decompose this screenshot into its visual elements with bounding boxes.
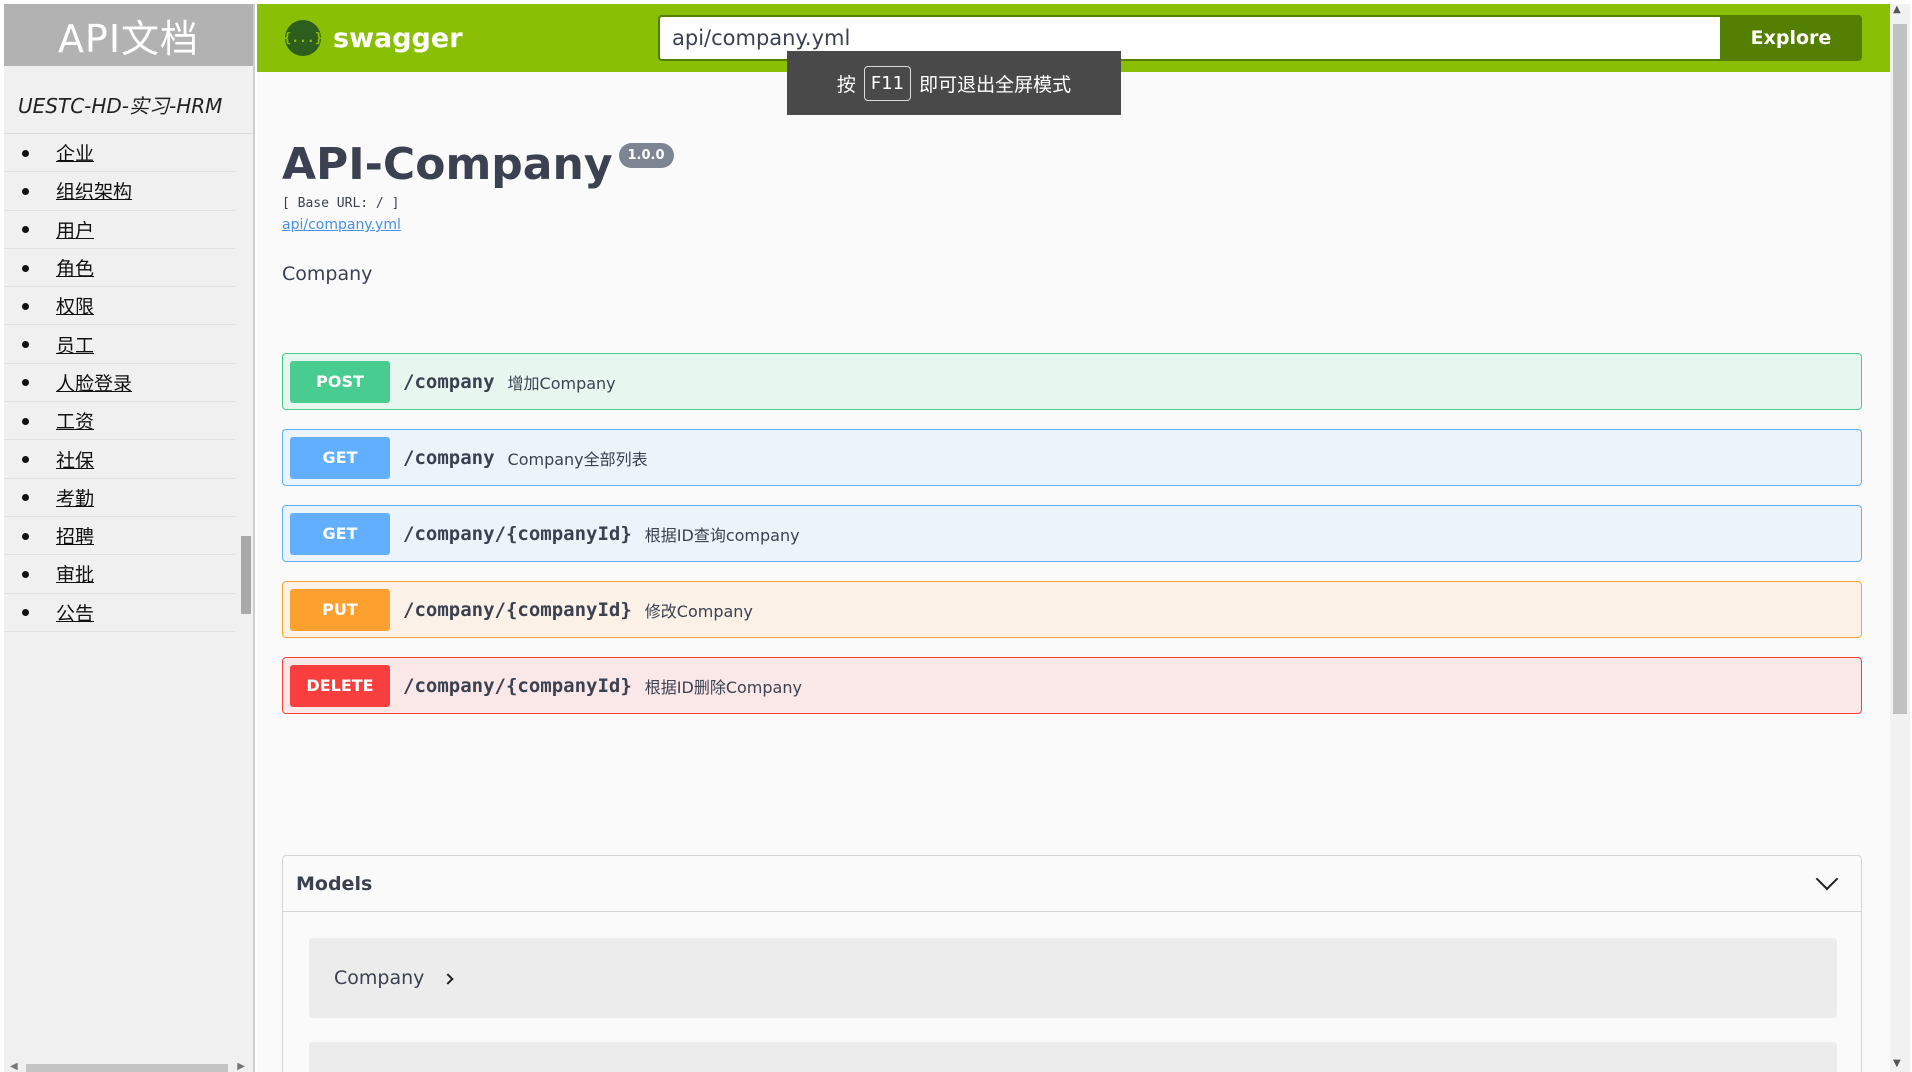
sidebar-item-approval: 审批 [4, 555, 235, 594]
operation-path: /company [403, 370, 495, 393]
operation-post-company[interactable]: POST /company 增加Company [282, 353, 1862, 410]
operation-get-company-by-id[interactable]: GET /company/{companyId} 根据ID查询company [282, 505, 1862, 562]
bullet-icon [22, 494, 29, 502]
bullet-icon [22, 532, 29, 540]
spec-link[interactable]: api/company.yml [282, 217, 674, 233]
bullet-icon [22, 226, 29, 234]
operation-summary: 根据ID删除Company [644, 677, 802, 697]
page-scrollbar-thumb[interactable] [1893, 24, 1907, 714]
bullet-icon [22, 379, 29, 387]
toast-prefix: 按 [836, 73, 856, 96]
sidebar-title: API文档 [4, 4, 253, 66]
sidebar-link[interactable]: 审批 [56, 560, 94, 587]
method-badge: GET [290, 512, 390, 555]
sidebar-link[interactable]: 员工 [56, 331, 94, 358]
bullet-icon [22, 187, 29, 195]
chevron-right-icon[interactable] [442, 973, 455, 985]
operation-summary: Company全部列表 [507, 449, 648, 469]
sidebar-item-social-security: 社保 [4, 440, 235, 479]
sidebar-link[interactable]: 权限 [56, 292, 94, 319]
swagger-logo-icon: {...} [283, 20, 323, 56]
operation-path: /company [403, 446, 495, 469]
model-name: Company [334, 967, 425, 989]
project-name: UESTC-HD-实习-HRM [4, 66, 253, 134]
bullet-icon [22, 341, 29, 349]
scroll-down-arrow-icon[interactable]: ▼ [1893, 1058, 1901, 1069]
api-description: Company [282, 263, 373, 285]
models-section: Models Company [282, 855, 1862, 1072]
fullscreen-exit-toast: 按 F11 即可退出全屏模式 [787, 51, 1121, 115]
sidebar-link[interactable]: 工资 [56, 407, 94, 434]
version-badge: 1.0.0 [618, 143, 674, 168]
sidebar-item-recruitment: 招聘 [4, 517, 235, 556]
sidebar-item-salary: 工资 [4, 402, 235, 441]
api-info: API-Company 1.0.0 [ Base URL: / ] api/co… [282, 139, 674, 285]
method-badge: PUT [290, 588, 390, 631]
sidebar-scrollbar-thumb[interactable] [241, 536, 251, 614]
swagger-logo-text: swagger [333, 22, 463, 54]
operation-path: /company/{companyId} [403, 522, 632, 545]
model-company[interactable]: Company [309, 938, 1837, 1018]
scroll-up-arrow-icon[interactable]: ▲ [1893, 4, 1901, 15]
operation-get-company-list[interactable]: GET /company Company全部列表 [282, 429, 1862, 486]
operation-summary: 修改Company [644, 601, 753, 621]
model-item[interactable] [309, 1042, 1837, 1072]
explore-button[interactable]: Explore [1720, 15, 1862, 61]
sidebar-link[interactable]: 社保 [56, 446, 94, 473]
base-url: [ Base URL: / ] [282, 196, 400, 211]
sidebar-link[interactable]: 组织架构 [56, 177, 132, 204]
operation-path: /company/{companyId} [403, 674, 632, 697]
sidebar-nav: 企业 组织架构 用户 角色 权限 员工 人脸登录 工资 社保 考勤 招聘 审批 … [4, 134, 253, 632]
toast-suffix: 即可退出全屏模式 [919, 73, 1072, 96]
sidebar-item-users: 用户 [4, 211, 235, 249]
models-title: Models [296, 872, 373, 895]
sidebar-item-company: 企业 [4, 134, 235, 173]
sidebar-link[interactable]: 人脸登录 [56, 369, 132, 396]
bullet-icon [22, 302, 29, 310]
sidebar-item-employees: 员工 [4, 325, 235, 364]
scroll-left-arrow-icon[interactable]: ◀ [10, 1061, 18, 1072]
models-header[interactable]: Models [283, 856, 1861, 912]
bullet-icon [22, 456, 29, 464]
sidebar-link[interactable]: 公告 [56, 599, 94, 626]
toast-key: F11 [863, 65, 912, 101]
operation-summary: 增加Company [507, 373, 616, 393]
api-title-row: API-Company 1.0.0 [282, 139, 674, 190]
sidebar: API文档 UESTC-HD-实习-HRM 企业 组织架构 用户 角色 权限 员… [4, 4, 255, 1072]
bullet-icon [22, 417, 29, 425]
swagger-logo[interactable]: {...} swagger [283, 20, 463, 56]
bullet-icon [22, 149, 29, 157]
sidebar-item-face-login: 人脸登录 [4, 364, 235, 403]
operation-summary: 根据ID查询company [644, 525, 800, 545]
method-badge: DELETE [290, 664, 390, 707]
sidebar-item-permissions: 权限 [4, 287, 235, 326]
bullet-icon [22, 609, 29, 617]
sidebar-item-attendance: 考勤 [4, 479, 235, 517]
operation-path: /company/{companyId} [403, 598, 632, 621]
sidebar-link[interactable]: 用户 [56, 216, 94, 243]
sidebar-link[interactable]: 招聘 [56, 522, 94, 549]
chevron-down-icon[interactable] [1815, 867, 1839, 890]
method-badge: GET [290, 436, 390, 479]
sidebar-link[interactable]: 考勤 [56, 484, 94, 511]
bullet-icon [22, 570, 29, 578]
sidebar-link[interactable]: 企业 [56, 139, 94, 166]
api-title: API-Company [282, 139, 613, 190]
operation-delete-company[interactable]: DELETE /company/{companyId} 根据ID删除Compan… [282, 657, 1862, 714]
sidebar-item-announcement: 公告 [4, 594, 235, 632]
main-content: {...} swagger Explore 按 F11 即可退出全屏模式 API… [257, 4, 1890, 1072]
method-badge: POST [290, 360, 390, 403]
sidebar-horizontal-scrollbar[interactable] [26, 1064, 228, 1072]
scroll-right-arrow-icon[interactable]: ▶ [237, 1061, 245, 1072]
sidebar-link[interactable]: 角色 [56, 254, 94, 281]
sidebar-item-organization: 组织架构 [4, 172, 235, 211]
sidebar-item-roles: 角色 [4, 249, 235, 288]
operation-put-company[interactable]: PUT /company/{companyId} 修改Company [282, 581, 1862, 638]
bullet-icon [22, 264, 29, 272]
